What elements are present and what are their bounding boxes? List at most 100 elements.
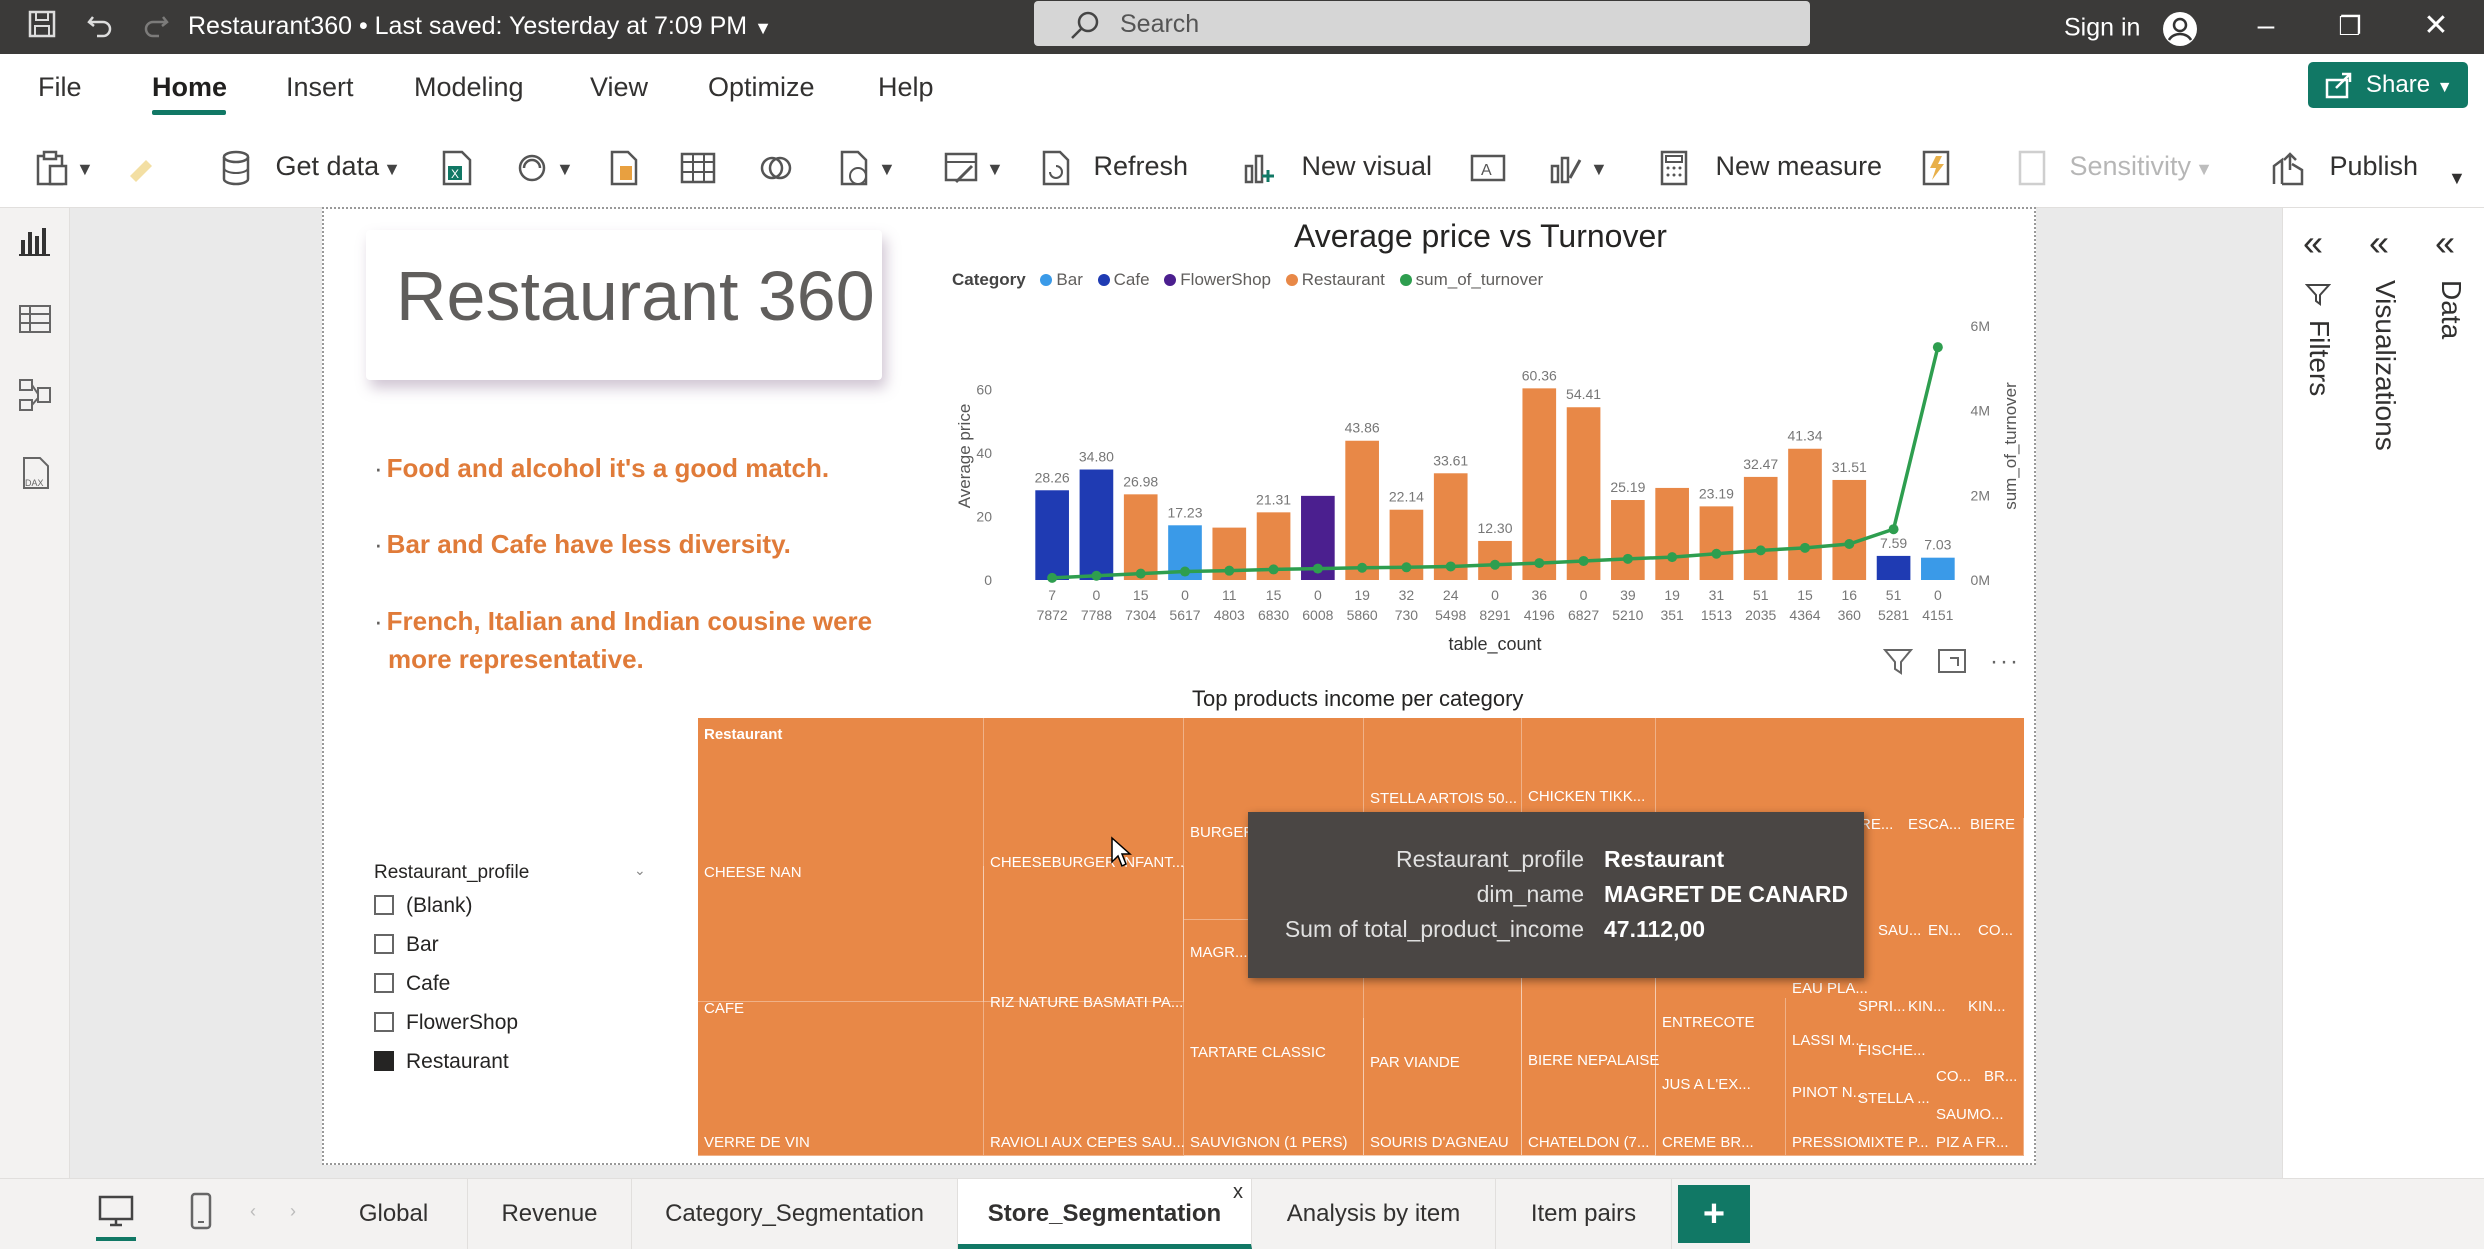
- page-tab[interactable]: Analysis by item: [1252, 1179, 1496, 1249]
- share-button[interactable]: Share ▼: [2308, 62, 2468, 108]
- filters-pane-tab[interactable]: Filters: [2303, 320, 2335, 396]
- menu-bar: File Home Insert Modeling View Optimize …: [0, 54, 2484, 118]
- report-title-card[interactable]: Restaurant 360: [366, 230, 882, 380]
- report-view-icon[interactable]: [16, 222, 54, 260]
- refresh-button[interactable]: Refresh: [1036, 146, 1188, 186]
- checkbox[interactable]: [374, 1012, 394, 1032]
- sql-button[interactable]: [604, 146, 644, 186]
- slicer-item[interactable]: Cafe: [374, 972, 450, 996]
- legend-dot: [1285, 274, 1298, 286]
- turnover-point: [1135, 568, 1146, 579]
- x-tick-label: 0: [1181, 587, 1189, 603]
- turnover-point: [1932, 342, 1943, 353]
- menu-file[interactable]: File: [38, 72, 82, 103]
- x-tick-label: 19: [1664, 587, 1680, 603]
- checkbox[interactable]: [374, 934, 394, 954]
- slicer-item[interactable]: Restaurant: [374, 1050, 509, 1074]
- slicer-item[interactable]: Bar: [374, 933, 439, 957]
- redo-icon[interactable]: [138, 9, 174, 45]
- menu-insert[interactable]: Insert: [286, 72, 354, 103]
- transform-data-button[interactable]: ▼: [942, 146, 1004, 186]
- paste-button[interactable]: ▼: [32, 146, 94, 186]
- close-button[interactable]: ✕: [2416, 6, 2456, 46]
- save-icon[interactable]: [24, 9, 60, 45]
- get-data-button[interactable]: Get data ▼: [218, 146, 401, 186]
- scroll-right-icon[interactable]: ›: [290, 1201, 296, 1222]
- chart-bar: [1035, 490, 1069, 580]
- page-tab[interactable]: Item pairs: [1496, 1179, 1672, 1249]
- chart-legend: Category Bar Cafe FlowerShop Restaurant …: [952, 270, 1543, 290]
- focus-mode-icon[interactable]: [1936, 646, 1968, 681]
- x-tick-label: 0: [1934, 587, 1942, 603]
- close-tab-icon[interactable]: x: [1233, 1157, 1243, 1227]
- new-visual-button[interactable]: New visual: [1240, 146, 1432, 186]
- page-tab[interactable]: Global: [320, 1179, 468, 1249]
- menu-help[interactable]: Help: [878, 72, 934, 103]
- treemap-label: CO...: [1978, 922, 2014, 939]
- expand-visualizations-chevron-icon[interactable]: «: [2369, 222, 2389, 264]
- format-painter-button[interactable]: [124, 146, 160, 186]
- expand-filters-chevron-icon[interactable]: «: [2303, 222, 2323, 264]
- visualizations-pane-tab[interactable]: Visualizations: [2369, 280, 2401, 451]
- ribbon: ▼ Get data ▼ X ▼ ▼ ▼ Refresh New visual A…: [0, 118, 2484, 208]
- mobile-layout-icon[interactable]: [186, 1191, 216, 1236]
- x-tick-label: 360: [1838, 607, 1862, 623]
- checkbox-checked[interactable]: [374, 1051, 394, 1071]
- legend-item-flowershop[interactable]: FlowerShop: [1180, 270, 1271, 289]
- legend-item-turnover[interactable]: sum_of_turnover: [1416, 270, 1544, 289]
- page-tab[interactable]: Category_Segmentation: [632, 1179, 958, 1249]
- filter-icon[interactable]: [1882, 646, 1914, 681]
- new-measure-button[interactable]: New measure: [1654, 146, 1882, 186]
- undo-icon[interactable]: [82, 9, 118, 45]
- legend-item-cafe[interactable]: Cafe: [1114, 270, 1150, 289]
- treemap-cell[interactable]: [698, 866, 984, 1002]
- bar-line-chart[interactable]: Average price sum_of_turnover 0 20 40 60 0M 2M 4…: [940, 296, 2020, 676]
- more-options-icon[interactable]: ···: [1990, 648, 2020, 676]
- minimize-button[interactable]: –: [2246, 6, 2286, 46]
- excel-button[interactable]: X: [436, 146, 476, 186]
- search-input[interactable]: Search: [1034, 1, 1810, 46]
- menu-view[interactable]: View: [590, 72, 648, 103]
- treemap-cell[interactable]: [984, 866, 1184, 1002]
- x-tick-label: 51: [1886, 587, 1902, 603]
- text-box-button[interactable]: A: [1468, 146, 1508, 186]
- menu-home[interactable]: Home: [152, 72, 227, 103]
- treemap-label: PINOT N...: [1792, 1084, 1866, 1101]
- restore-button[interactable]: ❐: [2330, 6, 2370, 46]
- add-page-button[interactable]: +: [1678, 1185, 1750, 1243]
- checkbox[interactable]: [374, 973, 394, 993]
- treemap-label: CREME BR...: [1662, 1134, 1754, 1151]
- enter-data-button[interactable]: [678, 146, 718, 186]
- checkbox[interactable]: [374, 895, 394, 915]
- x-tick-label: 6827: [1568, 607, 1599, 623]
- desktop-layout-icon[interactable]: [96, 1191, 136, 1241]
- slicer-item[interactable]: FlowerShop: [374, 1011, 518, 1035]
- scroll-left-icon[interactable]: ‹: [250, 1201, 256, 1222]
- legend-item-restaurant[interactable]: Restaurant: [1302, 270, 1385, 289]
- slicer-item[interactable]: (Blank): [374, 894, 473, 918]
- page-tab[interactable]: Revenue: [468, 1179, 632, 1249]
- page-tab-active[interactable]: Store_Segmentation x: [958, 1179, 1252, 1249]
- menu-modeling[interactable]: Modeling: [414, 72, 524, 103]
- x-tick-label: 4364: [1789, 607, 1820, 623]
- dataverse-button[interactable]: [756, 146, 796, 186]
- model-view-icon[interactable]: [16, 376, 54, 414]
- document-title[interactable]: Restaurant360 • Last saved: Yesterday at…: [188, 12, 772, 41]
- expand-data-chevron-icon[interactable]: «: [2435, 222, 2455, 264]
- recent-sources-button[interactable]: ▼: [834, 146, 896, 186]
- chevron-down-icon[interactable]: ⌄: [634, 862, 646, 879]
- sign-in-button[interactable]: Sign in: [2064, 10, 2199, 48]
- publish-button[interactable]: Publish: [2268, 146, 2418, 186]
- x-tick-label: 19: [1354, 587, 1370, 603]
- quick-measure-button[interactable]: [1916, 146, 1956, 186]
- ribbon-expand-chevron-icon[interactable]: ▼: [2448, 158, 2466, 198]
- dax-query-view-icon[interactable]: DAX: [16, 454, 54, 492]
- legend-item-bar[interactable]: Bar: [1056, 270, 1082, 289]
- menu-optimize[interactable]: Optimize: [708, 72, 815, 103]
- data-pane-tab[interactable]: Data: [2435, 280, 2467, 339]
- treemap-label: SAUMO...: [1936, 1106, 2004, 1123]
- table-view-icon[interactable]: [16, 300, 54, 338]
- more-visuals-button[interactable]: ▼: [1546, 146, 1608, 186]
- onelake-button[interactable]: ▼: [512, 146, 574, 186]
- x-tick-label: 5498: [1435, 607, 1466, 623]
